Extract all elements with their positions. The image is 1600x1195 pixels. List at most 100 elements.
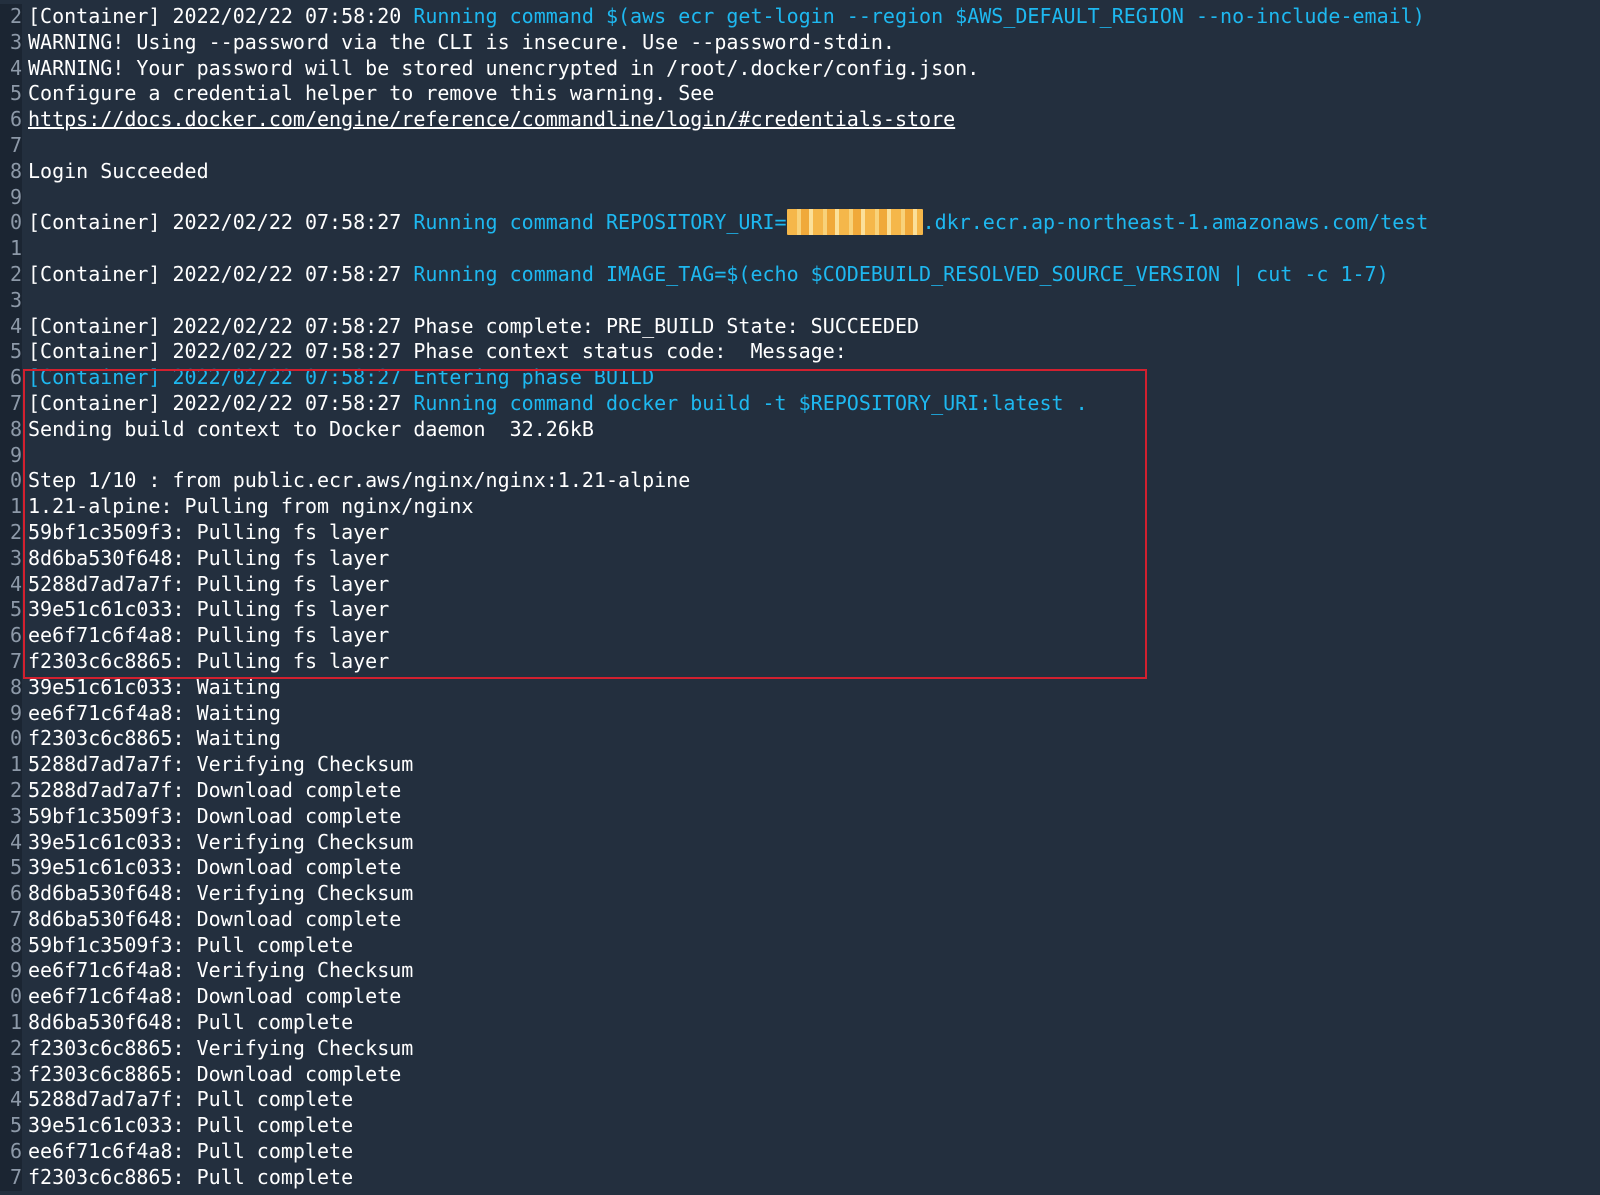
command-text: .dkr.ecr.ap-northeast-1.amazonaws.com/te… <box>922 210 1429 235</box>
line-number: 3 <box>0 803 22 830</box>
log-text: Sending build context to Docker daemon 3… <box>28 416 594 441</box>
docs-link[interactable]: https://docs.docker.com/engine/reference… <box>28 107 955 131</box>
log-text: 59bf1c3509f3: Download complete <box>28 803 402 828</box>
log-line: 9 <box>0 442 1600 469</box>
line-number: 0 <box>0 468 22 495</box>
log-line-text: 39e51c61c033: Verifying Checksum <box>22 830 413 856</box>
log-line: 8 Sending build context to Docker daemon … <box>0 416 1600 443</box>
line-number: 3 <box>0 545 22 572</box>
log-line-text: WARNING! Using --password via the CLI is… <box>22 30 895 56</box>
log-line-text: ee6f71c6f4a8: Download complete <box>22 984 401 1010</box>
line-number: 1 <box>0 236 22 262</box>
log-text: 1.21-alpine: Pulling from nginx/nginx <box>28 494 474 519</box>
log-line-text: 59bf1c3509f3: Download complete <box>22 804 401 830</box>
log-text: Login Succeeded <box>28 158 209 183</box>
log-line-text: ee6f71c6f4a8: Pull complete <box>22 1139 353 1165</box>
log-text: ee6f71c6f4a8: Waiting <box>28 700 281 725</box>
log-line: 7 f2303c6c8865: Pulling fs layer <box>0 648 1600 675</box>
log-text: Configure a credential helper to remove … <box>28 81 715 106</box>
log-text: ee6f71c6f4a8: Verifying Checksum <box>28 958 414 983</box>
log-line-text: f2303c6c8865: Download complete <box>22 1062 401 1088</box>
log-line: 4 [Container] 2022/02/22 07:58:27 Phase c… <box>0 313 1600 340</box>
log-line-text: [Container] 2022/02/22 07:58:27 Running … <box>22 209 1429 236</box>
log-line: 1 <box>0 236 1600 262</box>
log-line: 4 39e51c61c033: Verifying Checksum <box>0 829 1600 856</box>
log-text: ee6f71c6f4a8: Download complete <box>28 984 402 1009</box>
line-number: 7 <box>0 132 22 159</box>
log-text: 39e51c61c033: Verifying Checksum <box>28 829 414 854</box>
log-text: 5288d7ad7a7f: Pull complete <box>28 1087 354 1112</box>
log-text: ee6f71c6f4a8: Pull complete <box>28 1139 354 1164</box>
log-text: 39e51c61c033: Pulling fs layer <box>28 597 390 622</box>
log-text: 8d6ba530f648: Download complete <box>28 906 402 931</box>
line-number: 5 <box>0 1113 22 1140</box>
log-line: 2 [Container] 2022/02/22 07:58:20 Running… <box>0 4 1600 30</box>
log-text: [Container] 2022/02/22 07:58:27 <box>28 390 414 415</box>
log-line-text <box>22 133 28 159</box>
log-line-text: 39e51c61c033: Waiting <box>22 675 281 701</box>
log-line-text: 5288d7ad7a7f: Download complete <box>22 778 401 804</box>
command-text: Running command IMAGE_TAG=$(echo $CODEBU… <box>413 261 1389 286</box>
line-number: 5 <box>0 597 22 624</box>
line-number: 2 <box>0 777 22 804</box>
log-text: WARNING! Your password will be stored un… <box>28 55 980 80</box>
log-line-text: 8d6ba530f648: Pulling fs layer <box>22 546 389 572</box>
log-line: 4 WARNING! Your password will be stored u… <box>0 55 1600 82</box>
line-number: 3 <box>0 287 22 314</box>
line-number: 5 <box>0 81 22 108</box>
log-line-text: 39e51c61c033: Download complete <box>22 855 401 881</box>
log-text: [Container] 2022/02/22 07:58:27 <box>28 210 414 235</box>
line-number: 1 <box>0 1010 22 1036</box>
log-text: 39e51c61c033: Pull complete <box>28 1113 354 1138</box>
build-log-lines: 2 [Container] 2022/02/22 07:58:20 Running… <box>0 4 1600 1191</box>
log-line-text: 5288d7ad7a7f: Pull complete <box>22 1087 353 1113</box>
log-line: 1 5288d7ad7a7f: Verifying Checksum <box>0 752 1600 778</box>
log-line-text: 5288d7ad7a7f: Verifying Checksum <box>22 752 413 778</box>
line-number: 0 <box>0 984 22 1011</box>
line-number: 4 <box>0 571 22 598</box>
log-line-text: Login Succeeded <box>22 159 209 185</box>
line-number: 0 <box>0 726 22 753</box>
log-text: f2303c6c8865: Pulling fs layer <box>28 648 390 673</box>
log-line-text: [Container] 2022/02/22 07:58:27 Entering… <box>22 365 654 391</box>
line-number: 7 <box>0 1164 22 1191</box>
log-line-text: Sending build context to Docker daemon 3… <box>22 417 594 443</box>
line-number: 4 <box>0 829 22 856</box>
line-number: 1 <box>0 494 22 520</box>
line-number: 8 <box>0 674 22 701</box>
log-text: [Container] 2022/02/22 07:58:27 Phase co… <box>28 339 847 364</box>
log-line: 1 8d6ba530f648: Pull complete <box>0 1010 1600 1036</box>
log-line: 2 59bf1c3509f3: Pulling fs layer <box>0 519 1600 546</box>
line-number: 3 <box>0 29 22 56</box>
build-log-viewer[interactable]: 2 [Container] 2022/02/22 07:58:20 Running… <box>0 0 1600 1195</box>
log-line-text: ee6f71c6f4a8: Pulling fs layer <box>22 623 389 649</box>
log-line: 0 f2303c6c8865: Waiting <box>0 726 1600 753</box>
log-line: 0 ee6f71c6f4a8: Download complete <box>0 984 1600 1011</box>
log-text: 39e51c61c033: Download complete <box>28 855 402 880</box>
log-line-text: Configure a credential helper to remove … <box>22 81 714 107</box>
log-line: 5 [Container] 2022/02/22 07:58:27 Phase c… <box>0 339 1600 366</box>
line-number: 7 <box>0 648 22 675</box>
line-number: 2 <box>0 261 22 288</box>
log-line: 3 <box>0 287 1600 314</box>
log-line-text: WARNING! Your password will be stored un… <box>22 56 979 82</box>
log-text: [Container] 2022/02/22 07:58:27 Phase co… <box>28 313 920 338</box>
log-line: 5 39e51c61c033: Pulling fs layer <box>0 597 1600 624</box>
line-number: 7 <box>0 390 22 417</box>
log-line: 8 59bf1c3509f3: Pull complete <box>0 932 1600 959</box>
line-number: 2 <box>0 4 22 30</box>
log-text: WARNING! Using --password via the CLI is… <box>28 29 895 54</box>
log-line-text: f2303c6c8865: Verifying Checksum <box>22 1036 413 1062</box>
log-line: 5 Configure a credential helper to remove… <box>0 81 1600 108</box>
log-text: 39e51c61c033: Waiting <box>28 674 281 699</box>
log-line-text: [Container] 2022/02/22 07:58:27 Phase co… <box>22 339 847 365</box>
log-line-text: [Container] 2022/02/22 07:58:20 Running … <box>22 4 1425 30</box>
command-text: Running command $(aws ecr get-login --re… <box>413 4 1425 28</box>
log-line-text: f2303c6c8865: Pull complete <box>22 1165 353 1191</box>
log-line-text <box>22 288 28 314</box>
log-text: 59bf1c3509f3: Pull complete <box>28 932 354 957</box>
line-number: 3 <box>0 1061 22 1088</box>
log-line-text: 59bf1c3509f3: Pull complete <box>22 933 353 959</box>
log-text: f2303c6c8865: Download complete <box>28 1061 402 1086</box>
log-line-text: Step 1/10 : from public.ecr.aws/nginx/ng… <box>22 468 690 494</box>
